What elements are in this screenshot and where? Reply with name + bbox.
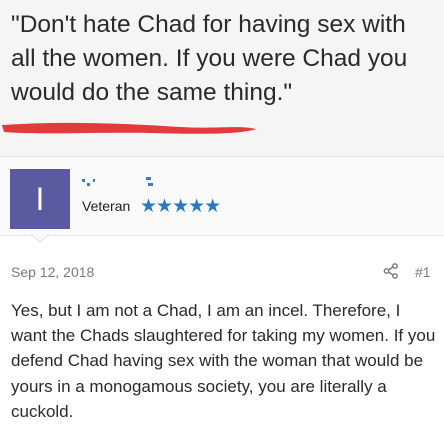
post-body: Yes, but I am not a Chad, I am an incel.… — [11, 301, 436, 421]
avatar[interactable]: I — [10, 169, 70, 229]
quote-block: "Don't hate Chad for having sex with all… — [0, 0, 444, 156]
redaction-scribble — [2, 122, 256, 134]
quote-text: "Don't hate Chad for having sex with all… — [11, 11, 408, 106]
rating-stars: ★★★★★ — [140, 196, 221, 217]
user-title: Veteran — [82, 198, 131, 214]
username-redacted[interactable] — [82, 175, 202, 189]
user-block: I Veteran ★★★★★ — [0, 157, 444, 236]
share-icon[interactable] — [383, 263, 399, 279]
post-date[interactable]: Sep 12, 2018 — [11, 264, 94, 280]
post-number[interactable]: #1 — [415, 264, 431, 280]
post-pointer — [30, 233, 50, 243]
